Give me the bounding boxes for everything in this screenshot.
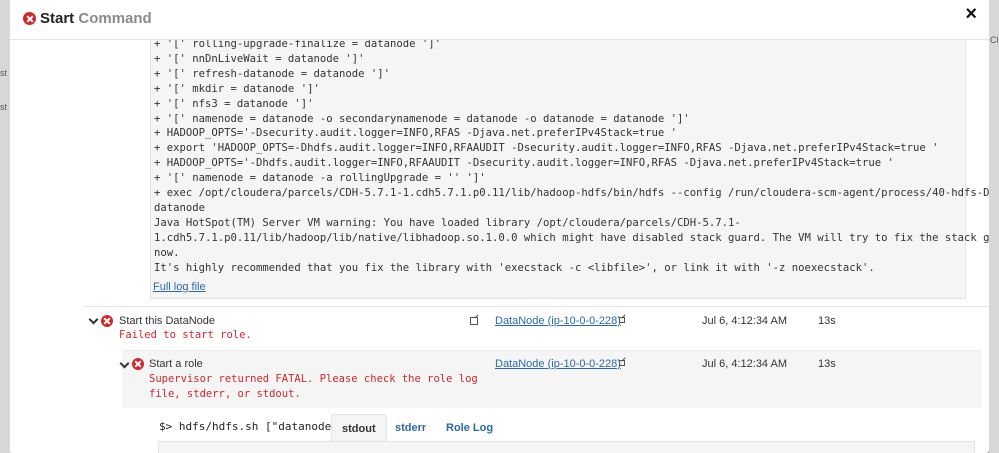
background-fragment: Cl <box>990 35 999 45</box>
command-modal: + '[' rolling-upgrade-finalize = datanod… <box>10 0 989 453</box>
log-line: datanode <box>154 201 206 214</box>
step-label: Start this DataNode <box>119 315 215 327</box>
log-line: + '[' namenode = datanode -a rollingUpgr… <box>154 172 486 185</box>
command-line: $> hdfs/hdfs.sh ["datanode"] <box>159 420 345 433</box>
step-error-message: Supervisor returned FATAL. Please check … <box>149 373 478 400</box>
log-line: + export 'HADOOP_OPTS=-Dhdfs.audit.logge… <box>154 142 939 155</box>
external-link-icon[interactable] <box>470 317 478 325</box>
log-line: + HADOOP_OPTS='-Dsecurity.audit.logger=I… <box>154 127 677 140</box>
chevron-down-icon[interactable] <box>89 316 98 325</box>
tab-role-log[interactable]: Role Log <box>436 414 503 444</box>
role-link-datanode[interactable]: DataNode (ip-10-0-0-228) <box>495 315 621 327</box>
background-page-right: Cl <box>989 0 999 453</box>
stdout-output <box>158 441 975 453</box>
log-line: It's highly recommended that you fix the… <box>154 261 875 274</box>
title-action: Start <box>40 10 75 27</box>
log-line: 1.cdh5.7.1.p0.11/lib/hadoop/lib/native/l… <box>154 231 989 244</box>
full-log-file-link[interactable]: Full log file <box>153 281 206 293</box>
role-link-datanode[interactable]: DataNode (ip-10-0-0-228) <box>495 358 621 370</box>
background-fragment: st <box>0 102 8 112</box>
title-noun: Command <box>78 10 152 27</box>
external-link-icon <box>619 360 625 366</box>
background-fragment: st <box>0 68 8 78</box>
log-line: + exec /opt/cloudera/parcels/CDH-5.7.1-1… <box>154 187 989 200</box>
chevron-down-icon[interactable] <box>120 360 129 369</box>
log-line: + HADOOP_OPTS='-Dhdfs.audit.logger=INFO,… <box>154 157 894 170</box>
error-icon <box>132 358 144 370</box>
log-line: now. <box>154 246 180 259</box>
log-line: + '[' nnDnLiveWait = datanode ']' <box>154 52 365 65</box>
row-divider <box>84 306 989 307</box>
modal-header: Start Command × <box>10 0 989 40</box>
log-line: Java HotSpot(TM) Server VM warning: You … <box>154 216 741 229</box>
tab-stderr[interactable]: stderr <box>385 414 436 444</box>
log-line: + '[' mkdir = datanode ']' <box>154 82 320 95</box>
external-link-icon <box>619 317 625 323</box>
log-line: + '[' refresh-datanode = datanode ']' <box>154 67 390 80</box>
failed-status-icon <box>23 12 36 25</box>
modal-title: Start Command <box>40 10 152 27</box>
step-duration: 13s <box>818 358 836 370</box>
step-timestamp: Jul 6, 4:12:34 AM <box>702 358 787 370</box>
log-line: + '[' nfs3 = datanode ']' <box>154 97 314 110</box>
step-label: Start a role <box>149 358 203 370</box>
log-line: + '[' namenode = datanode -o secondaryna… <box>154 112 690 125</box>
step-duration: 13s <box>818 315 836 327</box>
error-icon <box>101 315 113 327</box>
log-output: + '[' rolling-upgrade-finalize = datanod… <box>150 34 989 299</box>
step-error-message: Failed to start role. <box>119 329 252 341</box>
tab-stdout[interactable]: stdout <box>331 414 387 444</box>
step-timestamp: Jul 6, 4:12:34 AM <box>702 315 787 327</box>
close-button[interactable]: × <box>965 4 977 24</box>
